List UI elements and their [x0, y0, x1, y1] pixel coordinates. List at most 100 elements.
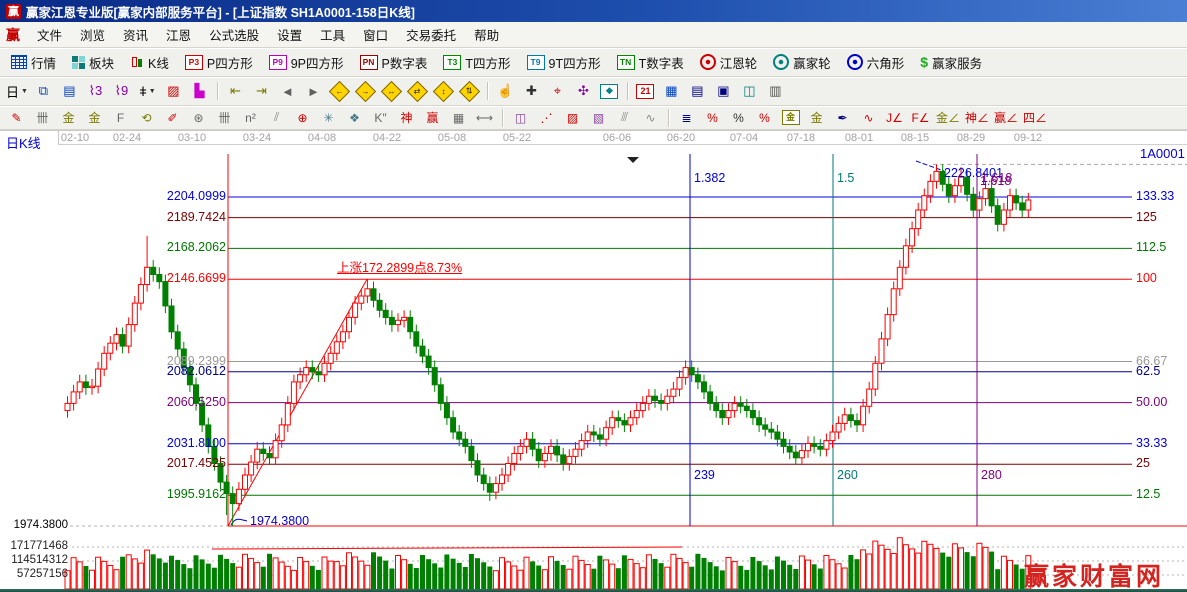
red-fan-icon[interactable]: ⋰: [534, 108, 559, 127]
menu-item-帮助[interactable]: 帮助: [465, 27, 508, 45]
menu-item-浏览[interactable]: 浏览: [71, 27, 114, 45]
pattern-icon[interactable]: ▨: [161, 81, 186, 102]
frame-tool-icon[interactable]: ◫: [508, 108, 533, 127]
candle-style-dropdown[interactable]: ǂ▼: [135, 81, 160, 102]
menu-item-工具[interactable]: 工具: [311, 27, 354, 45]
t9-square-button[interactable]: T99T四方形: [520, 51, 608, 74]
p-digit-table-button[interactable]: PNP数字表: [353, 51, 435, 74]
menu-item-公式选股[interactable]: 公式选股: [200, 27, 268, 45]
target-cross-icon[interactable]: ⊕: [290, 108, 315, 127]
percent-line-icon[interactable]: %: [752, 108, 777, 127]
color-chart-icon[interactable]: ▙: [187, 81, 212, 102]
gann-grid-icon[interactable]: 卌: [30, 108, 55, 127]
gold-lines-icon[interactable]: 金: [804, 108, 829, 127]
note-icon[interactable]: ▤: [685, 81, 710, 102]
web-export-icon[interactable]: ◫: [737, 81, 762, 102]
next-bar-icon-glyph: ►: [307, 84, 320, 99]
quotes-button[interactable]: 行情: [4, 51, 63, 74]
last-bar-icon[interactable]: ⇥: [249, 81, 274, 102]
fan-box-icon[interactable]: ▨: [560, 108, 585, 127]
f-grid-icon[interactable]: F: [108, 108, 133, 127]
next-bar-icon[interactable]: ►: [301, 81, 326, 102]
volume-axis-label: 114514312: [2, 554, 68, 566]
t-digit-table-button[interactable]: TNT数字表: [610, 51, 691, 74]
period-day-dropdown[interactable]: 日▼: [4, 81, 30, 102]
percent-icon[interactable]: %: [726, 108, 751, 127]
menu-item-文件[interactable]: 文件: [28, 27, 71, 45]
comb-grid-icon[interactable]: 卌: [212, 108, 237, 127]
ruler-grid-icon[interactable]: ▦: [446, 108, 471, 127]
p9-square-button[interactable]: P99P四方形: [262, 51, 351, 74]
menu-item-窗口[interactable]: 窗口: [354, 27, 397, 45]
angle-measure-icon[interactable]: ⌖: [545, 81, 570, 102]
compass-icon[interactable]: ⊛: [186, 108, 211, 127]
compress-v-diamond-icon[interactable]: ⇅: [457, 81, 482, 102]
web-star-icon[interactable]: ✳: [316, 108, 341, 127]
shen-angle-icon[interactable]: 神∠: [963, 108, 991, 127]
date-tick-label: 07-04: [718, 132, 770, 144]
web-square-icon[interactable]: ❖: [342, 108, 367, 127]
menu-item-江恩[interactable]: 江恩: [157, 27, 200, 45]
expand-v-diamond-icon[interactable]: ↕: [431, 81, 456, 102]
first-bar-icon[interactable]: ⇤: [223, 81, 248, 102]
hexagon-button-icon: [847, 54, 863, 70]
pen-tool-icon[interactable]: ✎: [4, 108, 29, 127]
j-angle-icon[interactable]: J∠: [882, 108, 907, 127]
gold-circle-icon[interactable]: 金: [778, 108, 803, 127]
wave3-icon[interactable]: ⌇3: [83, 81, 108, 102]
kline-button[interactable]: K线: [123, 51, 176, 74]
menu-item-交易委托[interactable]: 交易委托: [397, 27, 465, 45]
spiral-icon[interactable]: ⟲: [134, 108, 159, 127]
histogram-icon[interactable]: ≣: [674, 108, 699, 127]
marker-pen-icon[interactable]: ✐: [160, 108, 185, 127]
volume-axis-label: 171771468: [2, 540, 68, 552]
f-angle-icon[interactable]: F∠: [908, 108, 933, 127]
menu-item-设置[interactable]: 设置: [268, 27, 311, 45]
p-square-button[interactable]: P3P四方形: [178, 51, 260, 74]
chart-pane[interactable]: 日K线 1A0001 02-1002-2403-1003-2404-0804-2…: [0, 130, 1187, 589]
k-line-tool-icon[interactable]: K″: [368, 108, 393, 127]
menu-item-资讯[interactable]: 资讯: [114, 27, 157, 45]
shen-grid-icon-glyph: 神: [400, 109, 412, 126]
four-angle-icon[interactable]: 四∠: [1021, 108, 1049, 127]
wave9-icon[interactable]: ⌇9: [109, 81, 134, 102]
prev-bar-icon[interactable]: ◄: [275, 81, 300, 102]
gold-angle-icon[interactable]: 金∠: [934, 108, 962, 127]
mirror-angle-icon[interactable]: ⫽: [264, 108, 289, 127]
zigzag-icon[interactable]: ∿: [638, 108, 663, 127]
pan-right-diamond-icon[interactable]: →: [353, 81, 378, 102]
percent-slash-icon[interactable]: %: [700, 108, 725, 127]
analysis-icon[interactable]: ❖: [597, 81, 622, 102]
t-square-button[interactable]: T3T四方形: [436, 51, 517, 74]
pan-left-diamond-icon[interactable]: ←: [327, 81, 352, 102]
gold-grid2-icon[interactable]: 金: [82, 108, 107, 127]
winner-wheel-button[interactable]: 赢家轮: [766, 51, 838, 74]
width-arrows-icon[interactable]: ⟷: [472, 108, 497, 127]
shen-grid-icon[interactable]: 神: [394, 108, 419, 127]
date-tick-label: 06-06: [591, 132, 643, 144]
gann-shape-icon[interactable]: ✣: [571, 81, 596, 102]
expand-h-diamond-icon[interactable]: ↔: [379, 81, 404, 102]
hexagon-button[interactable]: 六角形: [840, 51, 912, 74]
info-panel-icon[interactable]: ▤: [57, 81, 82, 102]
sectors-button[interactable]: 板块: [65, 51, 121, 74]
compress-h-diamond-icon[interactable]: ⇄: [405, 81, 430, 102]
hand-tool-icon[interactable]: ☝: [493, 81, 518, 102]
wave-channel-icon[interactable]: ∿: [856, 108, 881, 127]
ying-angle-icon[interactable]: 赢∠: [992, 108, 1020, 127]
wave3-icon-glyph: ⌇3: [89, 83, 103, 99]
region-zoom-icon[interactable]: ⧉: [31, 81, 56, 102]
save-icon[interactable]: ▣: [711, 81, 736, 102]
crosshair-tool-icon[interactable]: ✚: [519, 81, 544, 102]
gann-wheel-button[interactable]: 江恩轮: [693, 51, 765, 74]
print-icon[interactable]: ▥: [763, 81, 788, 102]
gold-grid-icon[interactable]: 金: [56, 108, 81, 127]
n2-icon[interactable]: n²: [238, 108, 263, 127]
ink-pen-icon[interactable]: ✒: [830, 108, 855, 127]
ying-grid-icon[interactable]: 赢: [420, 108, 445, 127]
line-fan-icon[interactable]: ⫻: [612, 108, 637, 127]
calculator-icon[interactable]: ▦: [659, 81, 684, 102]
fan-box2-icon[interactable]: ▧: [586, 108, 611, 127]
winner-service-button[interactable]: $赢家服务: [913, 51, 989, 74]
calendar-21-icon[interactable]: 21: [633, 81, 658, 102]
